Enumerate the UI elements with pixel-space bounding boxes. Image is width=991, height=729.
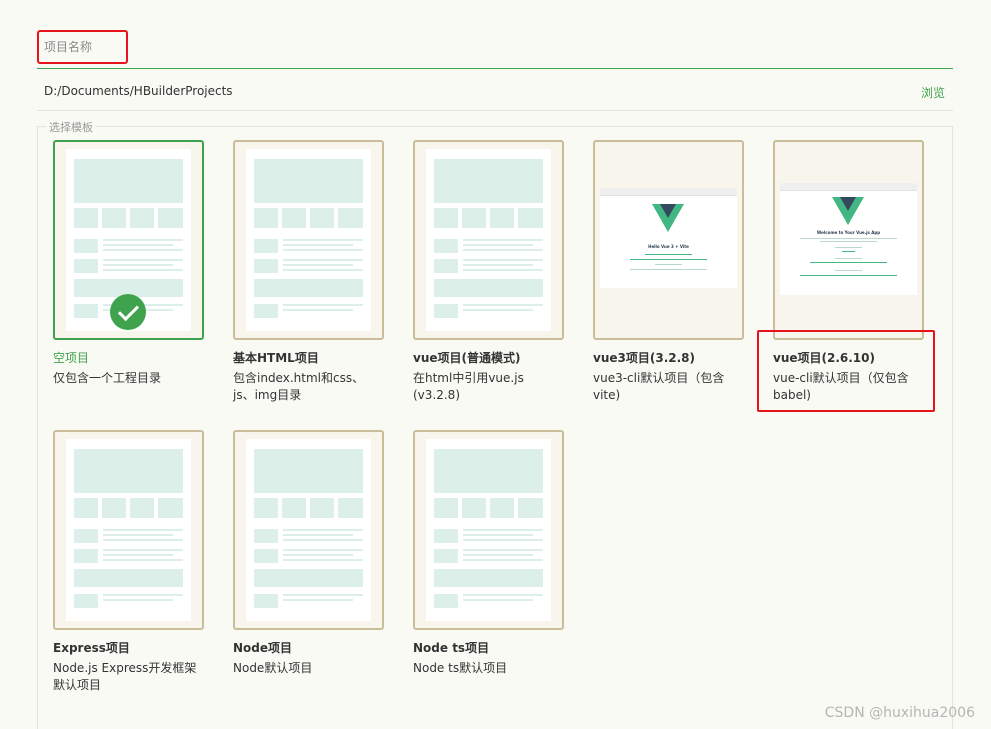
vue3-preview-screenshot: Hello Vue 3 + Vite xyxy=(600,188,737,288)
template-group: 选择模板 空项目 仅包含一个工程目录 基本HTML项目 包含index.html… xyxy=(37,119,953,729)
template-thumbnail xyxy=(413,140,564,340)
template-description: 仅包含一个工程目录 xyxy=(53,371,162,385)
template-description: 包含index.html和css、js、img目录 xyxy=(233,371,365,402)
template-title: 空项目 xyxy=(53,351,90,365)
template-title: vue项目(2.6.10) xyxy=(773,351,875,365)
watermark: CSDN @huxihua2006 xyxy=(824,705,975,721)
vue-logo-icon xyxy=(832,197,864,225)
preview-heading: Welcome to Your Vue.js App xyxy=(816,230,881,235)
template-description: 在html中引用vue.js (v3.2.8) xyxy=(413,371,524,402)
template-thumbnail xyxy=(413,430,564,630)
project-location-path[interactable]: D:/Documents/HBuilderProjects xyxy=(44,84,233,98)
vue-logo-icon xyxy=(652,204,684,232)
template-card-express[interactable]: Express项目 Node.js Express开发框架默认项目 xyxy=(53,430,204,694)
template-card-node-ts[interactable]: Node ts项目 Node ts默认项目 xyxy=(413,430,564,677)
template-description: vue3-cli默认项目（包含vite) xyxy=(593,371,725,402)
project-name-row xyxy=(37,30,953,69)
template-thumbnail xyxy=(53,430,204,630)
template-title: vue3项目(3.2.8) xyxy=(593,351,695,365)
template-card-empty[interactable]: 空项目 仅包含一个工程目录 xyxy=(53,140,204,387)
template-group-legend: 选择模板 xyxy=(46,119,96,135)
template-title: vue项目(普通模式) xyxy=(413,351,521,365)
template-description: vue-cli默认项目（仅包含babel) xyxy=(773,371,909,402)
template-card-node[interactable]: Node项目 Node默认项目 xyxy=(233,430,384,677)
template-title: Node项目 xyxy=(233,641,293,655)
template-thumbnail: Hello Vue 3 + Vite xyxy=(593,140,744,340)
template-description: Node.js Express开发框架默认项目 xyxy=(53,661,197,692)
preview-heading: Hello Vue 3 + Vite xyxy=(648,244,689,249)
template-thumbnail xyxy=(53,140,204,340)
template-thumbnail xyxy=(233,140,384,340)
template-title: Express项目 xyxy=(53,641,130,655)
template-card-vue-normal[interactable]: vue项目(普通模式) 在html中引用vue.js (v3.2.8) xyxy=(413,140,564,404)
template-card-basic-html[interactable]: 基本HTML项目 包含index.html和css、js、img目录 xyxy=(233,140,384,404)
template-description: Node ts默认项目 xyxy=(413,661,508,675)
project-name-input[interactable] xyxy=(37,30,128,64)
template-title: 基本HTML项目 xyxy=(233,351,319,365)
browse-link[interactable]: 浏览 xyxy=(921,84,945,101)
template-description: Node默认项目 xyxy=(233,661,313,675)
template-card-vue3[interactable]: Hello Vue 3 + Vite vue3项目(3.2.8) vue3-cl… xyxy=(593,140,744,404)
project-location-row: D:/Documents/HBuilderProjects 浏览 xyxy=(37,70,953,111)
vue2-preview-screenshot: Welcome to Your Vue.js App xyxy=(780,183,917,295)
template-thumbnail xyxy=(233,430,384,630)
template-title: Node ts项目 xyxy=(413,641,490,655)
template-thumbnail: Welcome to Your Vue.js App xyxy=(773,140,924,340)
template-card-vue2[interactable]: Welcome to Your Vue.js App vue项目(2.6.10)… xyxy=(773,140,924,404)
selected-check-icon xyxy=(110,294,146,330)
